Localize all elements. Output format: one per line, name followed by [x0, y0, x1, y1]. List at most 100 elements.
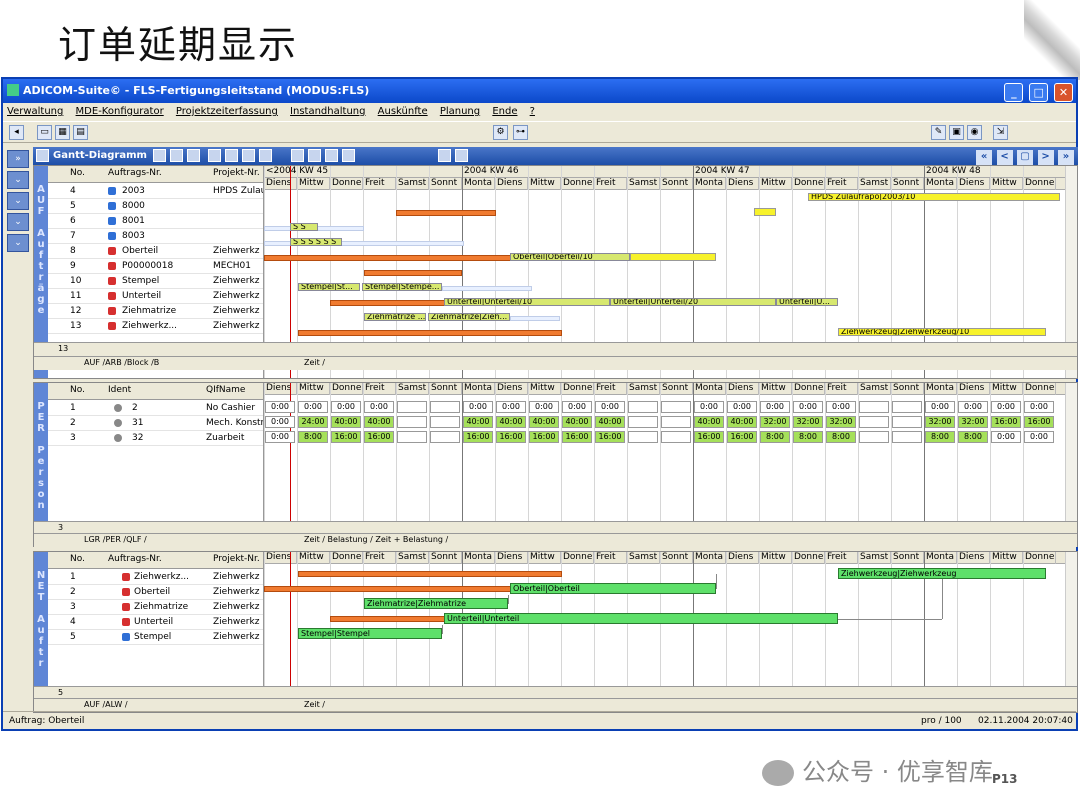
tabs-personnel[interactable]: LGR /PER /QLF / — [84, 534, 147, 545]
hours-cell[interactable]: 8:00 — [925, 431, 955, 443]
order-bar[interactable] — [330, 300, 450, 306]
hours-cell[interactable] — [661, 416, 691, 428]
hours-cell[interactable]: 0:00 — [925, 401, 955, 413]
settings-icon[interactable]: ⚙ — [493, 125, 508, 140]
hours-cell[interactable] — [661, 401, 691, 413]
hours-cell[interactable]: 16:00 — [463, 431, 493, 443]
hours-cell[interactable]: 16:00 — [529, 431, 559, 443]
hours-cell[interactable] — [430, 431, 460, 443]
tool-icon[interactable] — [308, 149, 321, 162]
hours-cell[interactable]: 0:00 — [496, 401, 526, 413]
menu-auskuenfte[interactable]: Auskünfte — [378, 106, 428, 117]
hours-cell[interactable]: 0:00 — [958, 401, 988, 413]
close-button[interactable]: ✕ — [1054, 83, 1073, 102]
hours-cell[interactable]: 16:00 — [496, 431, 526, 443]
col-no[interactable]: No. — [70, 168, 85, 178]
hours-cell[interactable]: 0:00 — [265, 416, 295, 428]
hours-cell[interactable]: 8:00 — [760, 431, 790, 443]
hours-cell[interactable]: 0:00 — [694, 401, 724, 413]
nav-today-button[interactable]: ▢ — [1017, 150, 1034, 165]
tabs-network[interactable]: AUF /ALW / — [84, 699, 128, 710]
nav-last-button[interactable]: » — [1058, 150, 1074, 165]
tool-icon[interactable] — [170, 149, 183, 162]
col-qlfname[interactable]: QIfName — [206, 385, 245, 395]
order-bar[interactable]: Ziehmatrize ... — [364, 313, 426, 321]
order-bar[interactable] — [298, 330, 562, 336]
hours-cell[interactable]: 40:00 — [727, 416, 757, 428]
tool-icon[interactable] — [342, 149, 355, 162]
chart-tab-load[interactable]: Zeit / Belastung / Zeit + Belastung / — [304, 534, 448, 545]
nav-next-button[interactable]: > — [1037, 150, 1054, 165]
network-bar[interactable]: Stempel|Stempel — [298, 628, 442, 639]
hours-cell[interactable]: 0:00 — [463, 401, 493, 413]
menu-ende[interactable]: Ende — [492, 106, 517, 117]
nav-prev-button[interactable]: < — [996, 150, 1013, 165]
hours-cell[interactable]: 8:00 — [958, 431, 988, 443]
table-row[interactable]: 2 31 Mech. Konstru... — [48, 416, 264, 431]
hours-cell[interactable]: 0:00 — [826, 401, 856, 413]
hours-cell[interactable] — [892, 431, 922, 443]
hours-cell[interactable]: 0:00 — [1024, 401, 1054, 413]
back-arrow-icon[interactable]: ◂ — [9, 125, 24, 140]
hours-cell[interactable] — [859, 416, 889, 428]
order-bar[interactable]: Ziehwerkzeug|Ziehwerkzeug/10 — [838, 328, 1046, 336]
order-bar[interactable]: S S S S S S — [290, 238, 342, 246]
hours-cell[interactable]: 16:00 — [331, 431, 361, 443]
tool-icon[interactable]: ✎ — [931, 125, 946, 140]
table-row[interactable]: 13 Ziehwerkz... Ziehwerkz — [48, 319, 263, 334]
battery-icon[interactable] — [438, 149, 451, 162]
chevron-down-icon[interactable]: ⌄ — [7, 192, 29, 210]
hours-cell[interactable]: 0:00 — [793, 401, 823, 413]
hours-cell[interactable]: 0:00 — [364, 401, 394, 413]
lock-icon[interactable]: ◉ — [967, 125, 982, 140]
hours-cell[interactable]: 16:00 — [694, 431, 724, 443]
table-row[interactable]: 11 Unterteil Ziehwerkz — [48, 289, 263, 304]
hours-cell[interactable]: 40:00 — [595, 416, 625, 428]
table-row[interactable]: 1 Ziehwerkz... Ziehwerkz — [48, 570, 263, 585]
maximize-button[interactable]: □ — [1029, 83, 1049, 102]
table-row[interactable]: 8 Oberteil Ziehwerkz — [48, 244, 263, 259]
col-order[interactable]: Auftrags-Nr. — [108, 554, 162, 564]
hours-cell[interactable]: 40:00 — [562, 416, 592, 428]
hours-cell[interactable]: 16:00 — [727, 431, 757, 443]
hours-cell[interactable] — [892, 401, 922, 413]
window-titlebar[interactable]: ADICOM-Suite© - FLS-Fertigungsleitstand … — [3, 79, 1076, 103]
hours-cell[interactable]: 0:00 — [1024, 431, 1054, 443]
hours-cell[interactable] — [859, 431, 889, 443]
table-row[interactable]: 1 2 No Cashier — [48, 401, 263, 416]
hours-cell[interactable]: 16:00 — [991, 416, 1021, 428]
table-row[interactable]: 10 Stempel Ziehwerkz — [48, 274, 263, 289]
table-row[interactable]: 2 Oberteil Ziehwerkz — [48, 585, 263, 600]
hours-cell[interactable]: 0:00 — [529, 401, 559, 413]
network-icon[interactable]: ⊶ — [513, 125, 528, 140]
hours-cell[interactable] — [892, 416, 922, 428]
menu-help[interactable]: ? — [530, 106, 535, 117]
hours-cell[interactable]: 0:00 — [265, 401, 295, 413]
tool-icon[interactable] — [187, 149, 200, 162]
network-bar[interactable] — [298, 571, 562, 577]
order-bar[interactable] — [396, 210, 496, 216]
tool-icon[interactable] — [242, 149, 255, 162]
order-bar[interactable]: S S — [290, 223, 318, 231]
network-bar[interactable]: Ziehmatrize|Ziehmatrize — [364, 598, 508, 609]
hours-cell[interactable]: 40:00 — [463, 416, 493, 428]
order-bar[interactable] — [264, 255, 512, 261]
hours-cell[interactable]: 0:00 — [991, 431, 1021, 443]
menu-planung[interactable]: Planung — [440, 106, 480, 117]
hours-cell[interactable] — [628, 431, 658, 443]
menu-verwaltung[interactable]: Verwaltung — [7, 106, 63, 117]
order-bar[interactable] — [630, 253, 716, 261]
hours-cell[interactable]: 16:00 — [595, 431, 625, 443]
network-bar[interactable] — [264, 586, 512, 592]
grid-icon[interactable]: ▦ — [55, 125, 70, 140]
order-bar[interactable]: Stempel|St... — [298, 283, 360, 291]
hours-cell[interactable] — [661, 431, 691, 443]
hours-cell[interactable]: 8:00 — [298, 431, 328, 443]
hours-cell[interactable] — [397, 401, 427, 413]
hours-cell[interactable] — [859, 401, 889, 413]
hours-cell[interactable]: 0:00 — [562, 401, 592, 413]
hours-cell[interactable]: 40:00 — [496, 416, 526, 428]
hours-cell[interactable]: 40:00 — [331, 416, 361, 428]
tool-icon[interactable] — [455, 149, 468, 162]
order-bar[interactable]: Oberteil|Oberteil/10 — [510, 253, 630, 261]
